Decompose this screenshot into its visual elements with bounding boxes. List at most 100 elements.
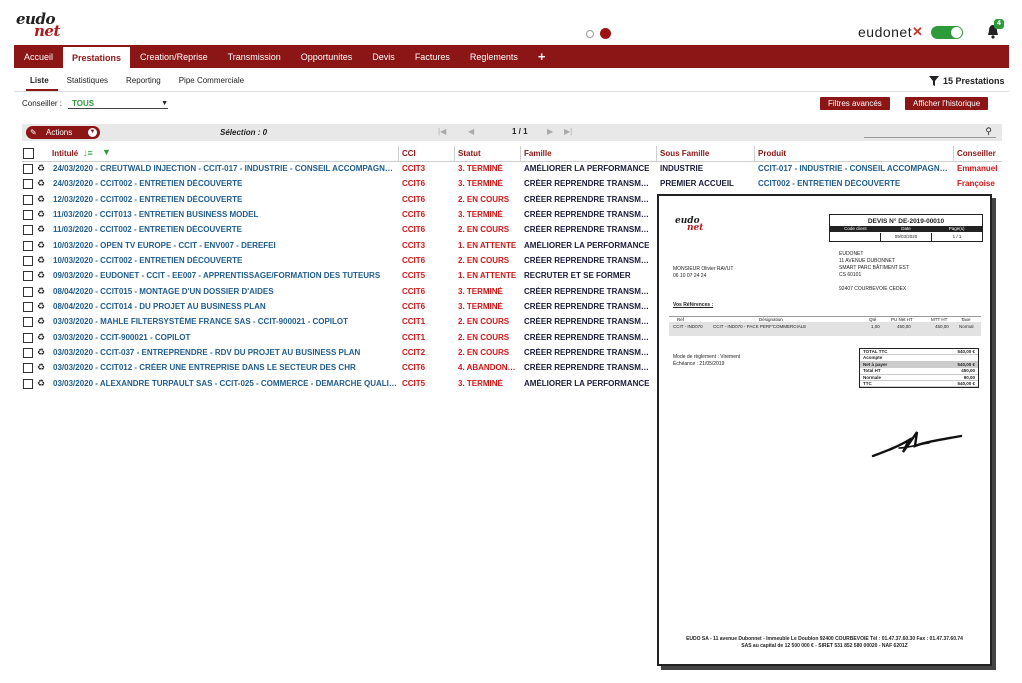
recycle-icon[interactable]: ♻ [37, 286, 45, 297]
cell-cci: CCIT6 [402, 210, 426, 220]
subtab-pipe-commerciale[interactable]: Pipe Commerciale [170, 76, 253, 91]
last-page-icon[interactable]: ▶| [564, 127, 572, 136]
col-cci[interactable]: CCI [402, 149, 416, 158]
mode-toggle[interactable] [931, 26, 963, 39]
subtab-statistiques[interactable]: Statistiques [58, 76, 117, 91]
row-checkbox[interactable] [23, 348, 33, 359]
cell-intitule[interactable]: 12/03/2020 - CCIT002 - ENTRETIEN DÉCOUVE… [53, 195, 397, 204]
cell-cci: CCIT5 [402, 378, 426, 388]
footer-line: EUDO SA - 11 avenue Dubonnet - Immeuble … [686, 636, 963, 642]
recycle-icon[interactable]: ♻ [37, 362, 45, 373]
cell-famille: AMÉLIORER LA PERFORMANCE [524, 164, 650, 173]
cell-cci: CCIT6 [402, 179, 426, 189]
row-checkbox[interactable] [23, 256, 33, 267]
select-all-checkbox[interactable] [23, 148, 34, 159]
totals-value: 450,00 [961, 368, 975, 374]
cell-intitule[interactable]: 11/03/2020 - CCIT002 - ENTRETIEN DÉCOUVE… [53, 225, 397, 234]
col-statut[interactable]: Statut [458, 149, 481, 158]
col-intitule[interactable]: Intitulé [52, 149, 78, 158]
cell-intitule[interactable]: 11/03/2020 - CCIT013 - ENTRETIEN BUSINES… [53, 210, 397, 219]
nav-item-accueil[interactable]: Accueil [14, 45, 63, 68]
row-checkbox[interactable] [23, 225, 33, 236]
row-checkbox[interactable] [23, 302, 33, 313]
cell-intitule[interactable]: 24/03/2020 - CREUTWALD INJECTION - CCIT-… [53, 164, 397, 173]
col-famille[interactable]: Famille [524, 149, 552, 158]
address-line: CS 60101 [839, 272, 862, 278]
recycle-icon[interactable]: ♻ [37, 194, 45, 205]
show-history-button[interactable]: Afficher l'historique [905, 97, 989, 110]
recycle-icon[interactable]: ♻ [37, 178, 45, 189]
cell-intitule[interactable]: 08/04/2020 - CCIT015 - MONTAGE D'UN DOSS… [53, 287, 397, 296]
row-checkbox[interactable] [23, 363, 33, 374]
row-checkbox[interactable] [23, 378, 33, 389]
cell-intitule[interactable]: 10/03/2020 - OPEN TV EUROPE - CCIT - ENV… [53, 241, 397, 250]
cell-intitule[interactable]: 03/03/2020 - MAHLE FILTERSYSTÈME FRANCE … [53, 317, 397, 326]
row-checkbox[interactable] [23, 317, 33, 328]
recycle-icon[interactable]: ♻ [37, 316, 45, 327]
col-conseiller[interactable]: Conseiller [957, 149, 996, 158]
cell-statut: 2. EN COURS [458, 332, 510, 342]
row-checkbox[interactable] [23, 210, 33, 221]
nav-item-reglements[interactable]: Reglements [460, 45, 528, 68]
row-checkbox[interactable] [23, 332, 33, 343]
row-checkbox[interactable] [23, 286, 33, 297]
recycle-icon[interactable]: ♻ [37, 347, 45, 358]
cell-intitule[interactable]: 24/03/2020 - CCIT002 - ENTRETIEN DÉCOUVE… [53, 179, 397, 188]
cell-intitule[interactable]: 10/03/2020 - CCIT002 - ENTRETIEN DÉCOUVE… [53, 256, 397, 265]
nav-item-creation-reprise[interactable]: Creation/Reprise [130, 45, 218, 68]
devis-document-preview[interactable]: eudo net DEVIS N° DE-2019-00010 Code cli… [657, 194, 992, 666]
carousel-dot-active[interactable] [600, 28, 611, 39]
cell-produit[interactable]: CCIT-017 - INDUSTRIE - CONSEIL ACCOMPAGN… [758, 164, 952, 173]
notification-bell-icon[interactable]: 4 [986, 19, 1004, 40]
recycle-icon[interactable]: ♻ [37, 224, 45, 235]
search-input[interactable]: ⚲ [864, 126, 996, 138]
row-checkbox[interactable] [23, 194, 33, 205]
nav-item-prestations[interactable]: Prestations [63, 47, 131, 68]
recycle-icon[interactable]: ♻ [37, 240, 45, 251]
recycle-icon[interactable]: ♻ [37, 378, 45, 389]
subtab-reporting[interactable]: Reporting [117, 76, 170, 91]
recycle-icon[interactable]: ♻ [37, 301, 45, 312]
cell-statut: 3. TERMINÉ [458, 164, 503, 173]
recycle-icon[interactable]: ♻ [37, 209, 45, 220]
subtab-liste[interactable]: Liste [26, 76, 58, 91]
advanced-filters-button[interactable]: Filtres avancés [820, 97, 890, 110]
actions-button[interactable]: ✎ Actions ▼ [26, 126, 100, 139]
nav-item-opportunites[interactable]: Opportunites [291, 45, 363, 68]
column-filter-icon[interactable]: ▼ [102, 147, 111, 157]
col-sous-famille[interactable]: Sous Famille [660, 149, 709, 158]
cell-intitule[interactable]: 03/03/2020 - CCIT012 - CRÉER UNE ENTREPR… [53, 363, 397, 372]
cell-intitule[interactable]: 03/03/2020 - CCIT-900021 - COPILOT [53, 333, 397, 342]
row-checkbox[interactable] [23, 240, 33, 251]
cell-intitule[interactable]: 03/03/2020 - ALEXANDRE TURPAULT SAS - CC… [53, 379, 397, 388]
cell-intitule[interactable]: 03/03/2020 - CCIT-037 - ENTREPRENDRE - R… [53, 348, 397, 357]
eudonet-logo[interactable]: eudo net [16, 10, 64, 40]
nav-item-factures[interactable]: Factures [405, 45, 460, 68]
cell-intitule[interactable]: 09/03/2020 - EUDONET - CCIT - EE007 - AP… [53, 271, 397, 280]
recycle-icon[interactable]: ♻ [37, 270, 45, 281]
recycle-icon[interactable]: ♻ [37, 332, 45, 343]
record-count[interactable]: 15 Prestations [929, 76, 1005, 86]
add-tab-button[interactable]: + [528, 45, 556, 68]
prev-page-icon[interactable]: ◀ [468, 127, 474, 136]
nav-item-transmission[interactable]: Transmission [218, 45, 291, 68]
carousel-dot[interactable] [586, 29, 594, 38]
next-page-icon[interactable]: ▶ [547, 127, 553, 136]
table-row[interactable]: ♻ 24/03/2020 - CCIT002 - ENTRETIEN DÉCOUV… [22, 177, 1002, 192]
nav-item-devis[interactable]: Devis [362, 45, 405, 68]
table-row[interactable]: ♻ 24/03/2020 - CREUTWALD INJECTION - CCIT… [22, 162, 1002, 177]
conseiller-select[interactable]: TOUS ▼ [68, 98, 169, 109]
row-checkbox[interactable] [23, 164, 33, 174]
cell-statut: 3. TERMINÉ [458, 286, 503, 296]
col-produit[interactable]: Produit [758, 149, 786, 158]
recycle-icon[interactable]: ♻ [37, 163, 45, 174]
cell-intitule[interactable]: 08/04/2020 - CCIT014 - DU PROJET AU BUSI… [53, 302, 397, 311]
cell-produit[interactable]: CCIT002 - ENTRETIEN DÉCOUVERTE [758, 179, 952, 188]
row-checkbox[interactable] [23, 271, 33, 282]
row-checkbox[interactable] [23, 179, 33, 190]
cell-famille: CRÉER REPRENDRE TRANSMETTRE [524, 225, 654, 235]
sort-icon[interactable]: ↓≡ [83, 148, 93, 158]
first-page-icon[interactable]: |◀ [438, 127, 446, 136]
devis-col-header: Code client [844, 226, 867, 231]
recycle-icon[interactable]: ♻ [37, 255, 45, 266]
